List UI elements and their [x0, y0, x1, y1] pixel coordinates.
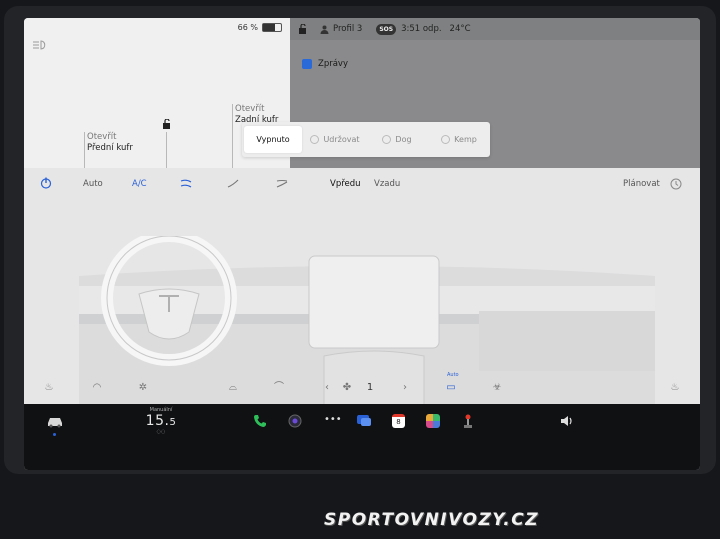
airflow-face-icon[interactable] [180, 178, 192, 189]
car-center-line [166, 132, 167, 168]
camera-app-icon[interactable] [288, 414, 302, 428]
phone-icon[interactable] [253, 414, 267, 428]
arcade-icon[interactable] [461, 414, 475, 428]
front-trunk-name: Přední kufr [87, 143, 133, 153]
schedule-button[interactable]: Plánovat [623, 179, 660, 189]
status-bar: Profil 3 SOS 3:51 odp. 24°C [290, 18, 700, 40]
driver-temp: 15.5 [136, 413, 186, 429]
toybox-icon[interactable] [426, 414, 440, 428]
front-trunk-line [84, 132, 85, 168]
profile-button[interactable]: Profil 3 [320, 24, 362, 34]
bioweapon-mode-icon[interactable]: ☣ [490, 381, 504, 395]
tab-rear[interactable]: Vzadu [374, 179, 400, 189]
mode-camp-label: Kemp [454, 135, 477, 144]
front-trunk-button[interactable]: Otevřít Přední kufr [87, 132, 133, 154]
climate-panel: Auto A/C Vpředu Vzadu Plánovat ♨ ◠ ✲ ⌓ ⌒… [24, 168, 700, 404]
fan-increase-button[interactable]: › [398, 381, 412, 395]
mode-off-label: Vypnuto [256, 135, 290, 144]
sos-button[interactable]: SOS [376, 23, 397, 35]
outside-temp: 24°C [449, 24, 471, 34]
more-apps-icon[interactable]: ••• [324, 414, 342, 425]
unlock-icon[interactable] [162, 119, 172, 129]
fan-decrease-button[interactable]: ‹ [320, 381, 334, 395]
car-indicator-dot [53, 433, 56, 436]
front-trunk-action: Otevřít [87, 132, 117, 142]
lock-icon[interactable] [298, 24, 308, 34]
climate-controls-bar: Auto A/C Vpředu Vzadu Plánovat [24, 168, 700, 202]
rear-trunk-action: Otevřít [235, 104, 265, 114]
recirculation-icon[interactable]: ▭ [444, 381, 458, 395]
tent-icon [441, 135, 451, 144]
front-defrost-icon[interactable]: ⌓ [226, 381, 240, 395]
fan-level: 1 [366, 382, 374, 393]
headlight-icon[interactable] [32, 40, 48, 50]
climate-keeper-selector: Vypnuto Udržovat Dog Kemp [242, 122, 490, 157]
mode-camp[interactable]: Kemp [430, 126, 488, 153]
fan-icon: ✤ [342, 382, 352, 393]
messages-app[interactable]: Zprávy [302, 59, 348, 69]
seat-heater-left-icon[interactable]: ♨ [42, 381, 56, 395]
battery-percent: 66 % [237, 23, 258, 32]
ac-button[interactable]: A/C [132, 179, 147, 189]
messages-dock-icon[interactable] [357, 414, 371, 428]
bottom-dock: Manuální 15.5 ◌◌ ••• 8 [24, 404, 700, 470]
tab-front[interactable]: Vpředu [330, 179, 361, 189]
keep-icon [310, 135, 320, 144]
calendar-day: 8 [396, 418, 401, 426]
clock-icon[interactable] [670, 178, 682, 190]
driver-temp-control[interactable]: Manuální 15.5 ◌◌ [136, 407, 186, 435]
battery-fill [263, 24, 275, 31]
messages-icon [302, 59, 312, 69]
seat-icon: ◌◌ [156, 429, 166, 435]
mode-dog[interactable]: Dog [368, 126, 426, 153]
airflow-both-icon[interactable] [276, 178, 288, 189]
dog-icon [382, 135, 392, 144]
climate-bottom-row: ♨ ◠ ✲ ⌓ ⌒ ‹ ✤ 1 › Auto ▭ ☣ ♨ [24, 372, 700, 404]
volume-icon[interactable] [560, 414, 574, 428]
auto-button[interactable]: Auto [83, 179, 103, 189]
battery-icon [262, 23, 282, 32]
mode-keep-label: Udržovat [323, 135, 360, 144]
touchscreen: 66 % Otevřít Přední kufr Otevřít Zadní k… [24, 18, 700, 470]
battery-status: 66 % [238, 23, 282, 32]
person-icon [320, 25, 329, 34]
driver-temp-int: 15. [145, 413, 170, 429]
wiper-heater-icon[interactable]: ⌒ [272, 381, 286, 395]
messages-label: Zprávy [318, 59, 348, 69]
car-icon[interactable] [46, 416, 64, 428]
clock: 3:51 odp. [401, 24, 442, 34]
recirc-auto-label: Auto [447, 372, 459, 378]
profile-name: Profil 3 [333, 24, 363, 34]
mode-keep[interactable]: Udržovat [306, 126, 364, 153]
rear-trunk-line [232, 104, 233, 168]
steering-heater-icon[interactable]: ✲ [136, 381, 150, 395]
calendar-icon[interactable]: 8 [392, 414, 405, 428]
mode-off[interactable]: Vypnuto [244, 126, 302, 153]
driver-temp-dec: 5 [169, 417, 177, 428]
watermark: SPORTOVNIVOZY.CZ [324, 510, 540, 530]
power-icon[interactable] [40, 177, 52, 189]
mode-dog-label: Dog [395, 135, 412, 144]
seat-heater-right-icon[interactable]: ♨ [668, 381, 682, 395]
airflow-feet-icon[interactable] [227, 178, 239, 189]
rear-defrost-icon[interactable]: ◠ [90, 381, 104, 395]
